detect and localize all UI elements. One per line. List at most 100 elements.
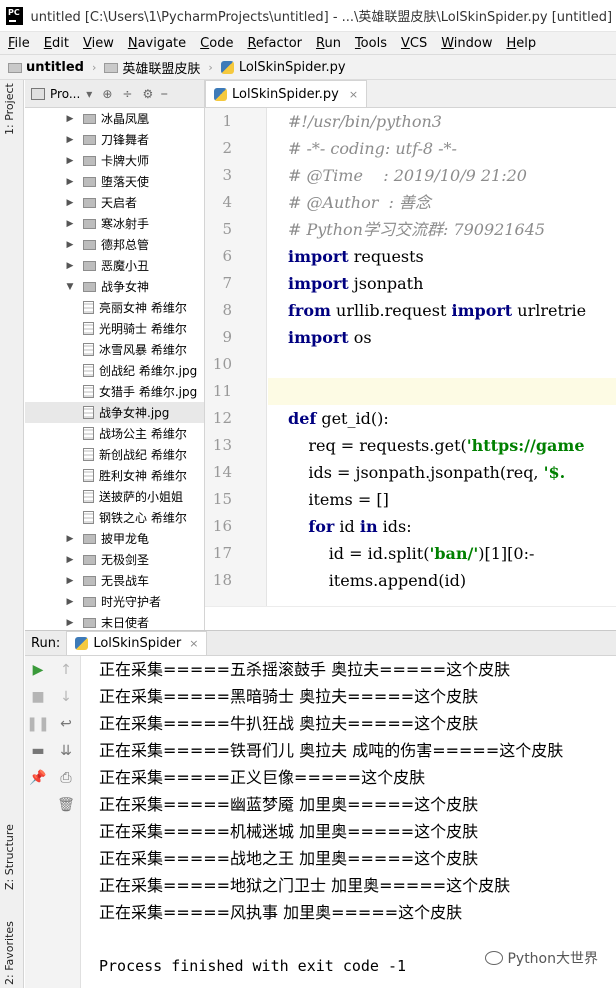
tree-folder[interactable]: ▶ 无极剑圣 (25, 549, 204, 570)
tree-file[interactable]: 钢铁之心 希维尔 (25, 507, 204, 528)
code-line[interactable]: # Python学习交流群: 790921645 (268, 216, 616, 243)
tree-file[interactable]: 亮丽女神 希维尔 (25, 297, 204, 318)
tree-folder[interactable]: ▶ 堕落天使 (25, 171, 204, 192)
soft-wrap-icon[interactable]: ↩ (53, 710, 79, 737)
rerun-icon[interactable]: ▶ (25, 656, 51, 683)
breadcrumb-folder[interactable]: 英雄联盟皮肤 › (96, 58, 213, 77)
close-icon[interactable]: × (349, 88, 358, 101)
menu-window[interactable]: Window (433, 36, 498, 51)
chevron-down-icon[interactable]: ▼ (65, 282, 75, 292)
project-tool-tab[interactable]: 1: Project (3, 83, 16, 135)
code-line[interactable]: from urllib.request import urlretrie (268, 297, 616, 324)
menu-navigate[interactable]: Navigate (120, 36, 192, 51)
code-line[interactable]: # @Author : 善念 (268, 189, 616, 216)
tree-folder[interactable]: ▶ 冰晶凤凰 (25, 108, 204, 129)
gear-icon[interactable]: ⚙ (142, 87, 153, 101)
chevron-right-icon[interactable]: ▶ (65, 114, 75, 124)
chevron-right-icon[interactable]: ▶ (65, 555, 75, 565)
menu-view[interactable]: View (75, 36, 120, 51)
code-editor[interactable]: #!/usr/bin/python3 # -*- coding: utf-8 -*… (268, 108, 616, 606)
tree-file[interactable]: 胜利女神 希维尔 (25, 465, 204, 486)
code-line[interactable]: id = id.split('ban/')[1][0:- (268, 540, 616, 567)
code-line[interactable]: #!/usr/bin/python3 (268, 108, 616, 135)
chevron-right-icon[interactable]: ▶ (65, 618, 75, 628)
menu-run[interactable]: Run (308, 36, 347, 51)
menu-refactor[interactable]: Refactor (239, 36, 308, 51)
scroll-to-end-icon[interactable]: ⇊ (53, 737, 79, 764)
tree-folder[interactable]: ▶ 披甲龙龟 (25, 528, 204, 549)
breadcrumb-file[interactable]: LolSkinSpider.py (213, 60, 346, 75)
tab-lolskinspider[interactable]: LolSkinSpider.py × (205, 80, 368, 107)
tree-folder[interactable]: ▶ 无畏战车 (25, 570, 204, 591)
stop-icon[interactable]: ■ (25, 683, 51, 710)
menu-edit[interactable]: Edit (36, 36, 75, 51)
chevron-right-icon[interactable]: ▶ (65, 240, 75, 250)
locate-icon[interactable]: ⊕ (102, 87, 112, 101)
tree-file[interactable]: 女猎手 希维尔.jpg (25, 381, 204, 402)
chevron-right-icon[interactable]: ▶ (65, 219, 75, 229)
tree-folder[interactable]: ▶ 卡牌大师 (25, 150, 204, 171)
code-line[interactable]: import jsonpath (268, 270, 616, 297)
tree-file[interactable]: 光明骑士 希维尔 (25, 318, 204, 339)
chevron-right-icon[interactable]: ▶ (65, 177, 75, 187)
code-line[interactable]: items.append(id) (268, 567, 616, 594)
project-view-selector[interactable]: Pro... (50, 87, 80, 101)
code-line[interactable]: # -*- coding: utf-8 -*- (268, 135, 616, 162)
code-token: # @Time : 2019/10/9 21:20 (288, 166, 527, 185)
trash-icon[interactable]: 🗑 (53, 791, 79, 818)
tree-folder[interactable]: ▶ 恶魔小丑 (25, 255, 204, 276)
chevron-right-icon[interactable]: ▶ (65, 597, 75, 607)
chevron-down-icon[interactable]: ▾ (86, 87, 92, 101)
tree-folder[interactable]: ▶ 德邦总管 (25, 234, 204, 255)
layout-icon[interactable]: ▬ (25, 737, 51, 764)
run-console[interactable]: 正在采集=====五杀摇滚鼓手 奥拉夫=====这个皮肤 正在采集=====黑暗骑… (82, 656, 616, 988)
chevron-right-icon[interactable]: ▶ (65, 261, 75, 271)
tree-file[interactable]: 创战纪 希维尔.jpg (25, 360, 204, 381)
pin-icon[interactable]: 📌 (25, 764, 51, 791)
breadcrumb-project[interactable]: untitled › (0, 60, 96, 75)
print-icon[interactable]: ⎙ (53, 764, 79, 791)
code-line[interactable]: req = requests.get('https://game (268, 432, 616, 459)
tree-folder[interactable]: ▶ 刀锋舞者 (25, 129, 204, 150)
structure-tool-tab[interactable]: Z: Structure (3, 824, 16, 890)
tree-file[interactable]: 冰雪风暴 希维尔 (25, 339, 204, 360)
code-line[interactable]: for id in ids: (268, 513, 616, 540)
tree-file[interactable]: 新创战纪 希维尔 (25, 444, 204, 465)
image-file-icon (83, 343, 94, 356)
menu-file[interactable]: File (0, 36, 36, 51)
code-line[interactable] (268, 378, 616, 405)
chevron-right-icon[interactable]: ▶ (65, 156, 75, 166)
arrow-up-icon[interactable]: ↑ (53, 656, 79, 683)
code-line[interactable]: ids = jsonpath.jsonpath(req, '$. (268, 459, 616, 486)
menu-help[interactable]: Help (499, 36, 543, 51)
collapse-icon[interactable]: ÷ (122, 87, 132, 101)
pause-icon[interactable]: ❚❚ (25, 710, 51, 737)
tree-folder[interactable]: ▶ 寒冰射手 (25, 213, 204, 234)
chevron-right-icon[interactable]: ▶ (65, 198, 75, 208)
tree-folder[interactable]: ▼ 战争女神 (25, 276, 204, 297)
folder-icon (83, 218, 96, 229)
menu-vcs[interactable]: VCS (393, 36, 433, 51)
code-line[interactable]: import os (268, 324, 616, 351)
code-line[interactable]: import requests (268, 243, 616, 270)
tree-folder[interactable]: ▶ 天启者 (25, 192, 204, 213)
favorites-tool-tab[interactable]: 2: Favorites (3, 921, 16, 985)
chevron-right-icon[interactable]: ▶ (65, 576, 75, 586)
menu-tools[interactable]: Tools (347, 36, 393, 51)
hide-icon[interactable]: ⎯ (161, 86, 167, 101)
menu-code[interactable]: Code (192, 36, 239, 51)
tree-file[interactable]: 战争女神.jpg (25, 402, 204, 423)
tree-folder[interactable]: ▶ 末日使者 (25, 612, 204, 630)
chevron-right-icon[interactable]: ▶ (65, 135, 75, 145)
tree-file[interactable]: 战场公主 希维尔 (25, 423, 204, 444)
tab-run-lolskinspider[interactable]: LolSkinSpider × (66, 631, 208, 655)
code-line[interactable]: # @Time : 2019/10/9 21:20 (268, 162, 616, 189)
code-line[interactable]: def get_id(): (268, 405, 616, 432)
tree-folder[interactable]: ▶ 时光守护者 (25, 591, 204, 612)
arrow-down-icon[interactable]: ↓ (53, 683, 79, 710)
code-line[interactable] (268, 351, 616, 378)
code-line[interactable]: items = [] (268, 486, 616, 513)
tree-file[interactable]: 送披萨的小姐姐 (25, 486, 204, 507)
chevron-right-icon[interactable]: ▶ (65, 534, 75, 544)
close-icon[interactable]: × (189, 637, 198, 650)
